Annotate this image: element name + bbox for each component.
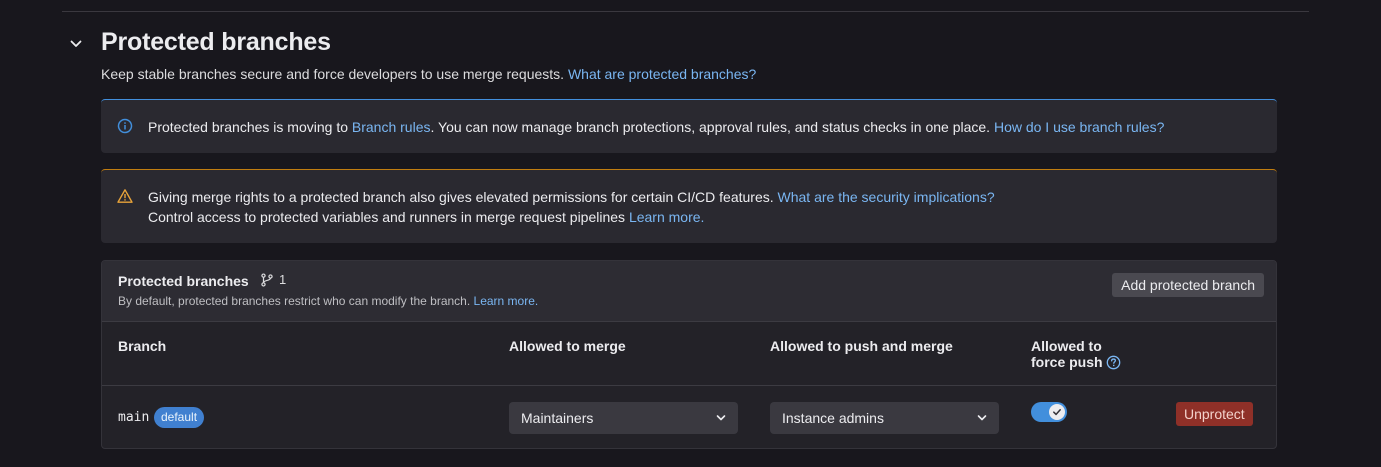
column-header-force-push: Allowed to force push — [1031, 338, 1121, 370]
card-learn-more-link[interactable]: Learn more. — [474, 294, 539, 308]
chevron-down-icon[interactable] — [68, 36, 84, 52]
warning-icon — [117, 189, 133, 203]
force-push-header-line-2: force push — [1031, 354, 1103, 370]
column-header-allowed-to-merge: Allowed to merge — [509, 338, 626, 354]
chevron-down-icon — [977, 415, 987, 421]
info-alert-text-2: . You can now manage branch protections,… — [430, 119, 994, 135]
section-description-text: Keep stable branches secure and force de… — [101, 66, 565, 82]
toggle-knob — [1049, 404, 1065, 420]
chevron-down-icon — [716, 415, 726, 421]
force-push-header-line-1: Allowed to — [1031, 338, 1102, 354]
warning-alert-text: Giving merge rights to a protected branc… — [148, 187, 995, 227]
protected-branches-card: Protected branches 1 By default, protect… — [101, 260, 1277, 449]
row-divider — [102, 385, 1276, 386]
warning-alert: Giving merge rights to a protected branc… — [101, 169, 1277, 243]
column-header-branch: Branch — [118, 338, 167, 354]
branch-icon — [261, 272, 273, 287]
add-protected-branch-button[interactable]: Add protected branch — [1112, 273, 1264, 297]
branch-name[interactable]: main — [118, 410, 149, 425]
allowed-to-push-dropdown[interactable]: Instance admins — [770, 402, 999, 434]
info-alert: Protected branches is moving to Branch r… — [101, 99, 1277, 153]
info-alert-text: Protected branches is moving to Branch r… — [148, 117, 1164, 137]
branch-count: 1 — [260, 272, 286, 287]
warning-alert-line-2: Control access to protected variables an… — [148, 209, 629, 225]
branch-rules-help-link[interactable]: How do I use branch rules? — [994, 119, 1164, 135]
branch-rules-link[interactable]: Branch rules — [352, 119, 431, 135]
allowed-to-push-value: Instance admins — [782, 410, 884, 426]
info-icon — [117, 118, 133, 134]
default-badge: default — [154, 407, 205, 428]
unprotect-button[interactable]: Unprotect — [1176, 402, 1253, 426]
section-description: Keep stable branches secure and force de… — [101, 66, 756, 82]
check-icon — [1053, 409, 1061, 416]
section-title: Protected branches — [101, 28, 331, 56]
card-subtitle: By default, protected branches restrict … — [118, 294, 538, 308]
column-header-allowed-to-push: Allowed to push and merge — [770, 338, 953, 354]
card-header: Protected branches 1 By default, protect… — [102, 261, 1276, 322]
allowed-to-merge-dropdown[interactable]: Maintainers — [509, 402, 738, 434]
warning-alert-line-1: Giving merge rights to a protected branc… — [148, 189, 778, 205]
info-alert-text-1: Protected branches is moving to — [148, 119, 352, 135]
force-push-toggle[interactable] — [1031, 402, 1067, 422]
question-icon[interactable] — [1106, 355, 1121, 370]
security-implications-link[interactable]: What are the security implications? — [778, 189, 995, 205]
allowed-to-merge-value: Maintainers — [521, 410, 594, 426]
card-title: Protected branches — [118, 273, 249, 289]
top-divider — [62, 11, 1309, 12]
protected-branches-help-link[interactable]: What are protected branches? — [568, 66, 756, 82]
card-subtitle-text: By default, protected branches restrict … — [118, 294, 474, 308]
branch-count-value: 1 — [279, 272, 287, 287]
learn-more-link[interactable]: Learn more. — [629, 209, 704, 225]
